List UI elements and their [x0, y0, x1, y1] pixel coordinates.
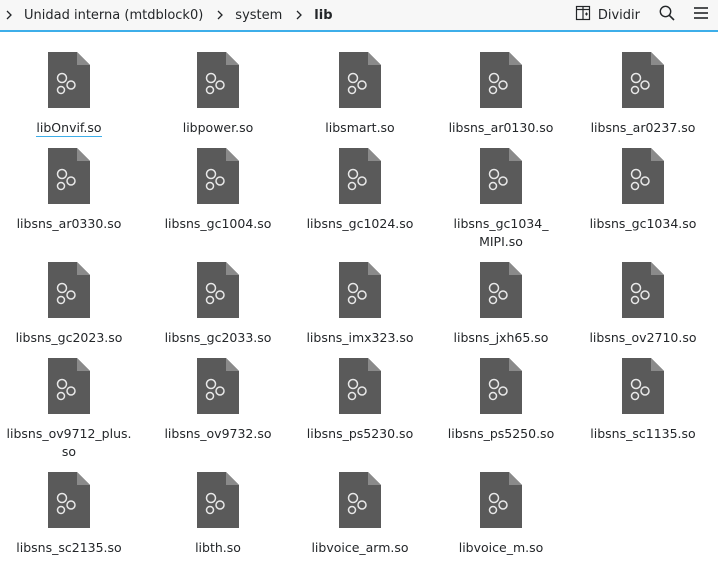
file-item[interactable]: libOnvif.so	[1, 43, 137, 143]
file-name: libsns_jxh65.so	[453, 330, 549, 345]
library-file-icon	[338, 51, 382, 109]
library-file-icon	[621, 147, 665, 205]
file-grid: libOnvif.so libpower.so libsmart.so libsns_…	[0, 32, 718, 569]
library-file-icon	[338, 471, 382, 529]
file-item[interactable]: libsns_imx323.so	[292, 253, 428, 353]
library-file-icon	[621, 261, 665, 319]
chevron-right-icon	[213, 8, 227, 22]
file-item[interactable]: libsns_ov2710.so	[575, 253, 711, 353]
file-item[interactable]: libsns_ar0237.so	[575, 43, 711, 143]
file-name: libsns_ar0130.so	[448, 120, 554, 135]
file-name: libvoice_arm.so	[311, 540, 409, 555]
file-item[interactable]: libvoice_arm.so	[292, 463, 428, 563]
file-item[interactable]: libth.so	[150, 463, 286, 563]
file-item[interactable]: libsns_ov9732.so	[150, 349, 286, 449]
library-file-icon	[479, 261, 523, 319]
file-name: libsns_ov9732.so	[164, 426, 272, 441]
hamburger-menu-icon	[692, 4, 710, 26]
split-button[interactable]: Dividir	[571, 0, 650, 30]
file-name: libsns_imx323.so	[306, 330, 414, 345]
file-item[interactable]: libsns_sc1135.so	[575, 349, 711, 449]
library-file-icon	[338, 357, 382, 415]
file-item[interactable]: libsns_gc1034_ MIPI.so	[433, 139, 569, 249]
file-name: libth.so	[195, 540, 241, 555]
file-item[interactable]: libsns_jxh65.so	[433, 253, 569, 353]
file-item[interactable]: libsns_gc2023.so	[1, 253, 137, 353]
library-file-icon	[621, 357, 665, 415]
search-icon	[658, 4, 676, 26]
library-file-icon	[621, 51, 665, 109]
file-name: libpower.so	[182, 120, 254, 135]
file-name: libsns_gc2023.so	[15, 330, 123, 345]
file-name: libsmart.so	[325, 120, 395, 135]
library-file-icon	[338, 147, 382, 205]
file-name: libsns_ar0237.so	[590, 120, 696, 135]
file-name: libsns_ar0330.so	[16, 216, 122, 231]
library-file-icon	[479, 147, 523, 205]
library-file-icon	[47, 147, 91, 205]
file-name: libsns_ov9712_plus. so	[6, 426, 132, 459]
file-name: libvoice_m.so	[458, 540, 544, 555]
split-button-label: Dividir	[597, 7, 640, 23]
file-name: libsns_gc2033.so	[164, 330, 272, 345]
library-file-icon	[479, 471, 523, 529]
library-file-icon	[196, 147, 240, 205]
library-file-icon	[196, 471, 240, 529]
library-file-icon	[196, 51, 240, 109]
file-item[interactable]: libsns_ps5250.so	[433, 349, 569, 449]
library-file-icon	[47, 357, 91, 415]
breadcrumb: Unidad interna (mtdblock0) system lib	[0, 0, 335, 30]
breadcrumb-item-system[interactable]: system	[233, 8, 284, 23]
toolbar: Unidad interna (mtdblock0) system lib Di…	[0, 0, 718, 30]
file-name: libsns_gc1024.so	[306, 216, 414, 231]
file-name: libsns_sc2135.so	[16, 540, 122, 555]
file-item[interactable]: libsns_gc1024.so	[292, 139, 428, 239]
breadcrumb-item-unidad-interna[interactable]: Unidad interna (mtdblock0)	[22, 8, 205, 23]
breadcrumb-item-lib[interactable]: lib	[312, 8, 334, 23]
search-button[interactable]	[650, 0, 684, 30]
file-item[interactable]: libsns_ar0130.so	[433, 43, 569, 143]
library-file-icon	[47, 471, 91, 529]
file-item[interactable]: libsns_ov9712_plus. so	[1, 349, 137, 459]
library-file-icon	[47, 261, 91, 319]
library-file-icon	[479, 51, 523, 109]
file-name: libsns_gc1004.so	[164, 216, 272, 231]
file-item[interactable]: libsns_gc2033.so	[150, 253, 286, 353]
chevron-right-icon	[2, 8, 16, 22]
file-item[interactable]: libsns_ps5230.so	[292, 349, 428, 449]
library-file-icon	[196, 357, 240, 415]
file-item[interactable]: libsns_sc2135.so	[1, 463, 137, 563]
library-file-icon	[479, 357, 523, 415]
file-name: libsns_ps5250.so	[447, 426, 555, 441]
file-name: libsns_sc1135.so	[590, 426, 696, 441]
file-name: libsns_ov2710.so	[589, 330, 697, 345]
menu-button[interactable]	[684, 0, 718, 30]
file-name: libsns_gc1034.so	[589, 216, 697, 231]
file-name: libOnvif.so	[36, 120, 102, 137]
file-name: libsns_gc1034_ MIPI.so	[453, 216, 549, 249]
file-item[interactable]: libsns_gc1034.so	[575, 139, 711, 239]
file-item[interactable]: libvoice_m.so	[433, 463, 569, 563]
split-view-icon	[575, 5, 591, 25]
file-item[interactable]: libpower.so	[150, 43, 286, 143]
file-name: libsns_ps5230.so	[306, 426, 414, 441]
library-file-icon	[196, 261, 240, 319]
file-item[interactable]: libsmart.so	[292, 43, 428, 143]
file-item[interactable]: libsns_ar0330.so	[1, 139, 137, 239]
library-file-icon	[338, 261, 382, 319]
file-item[interactable]: libsns_gc1004.so	[150, 139, 286, 239]
toolbar-actions: Dividir	[571, 0, 718, 30]
chevron-right-icon	[292, 8, 306, 22]
library-file-icon	[47, 51, 91, 109]
